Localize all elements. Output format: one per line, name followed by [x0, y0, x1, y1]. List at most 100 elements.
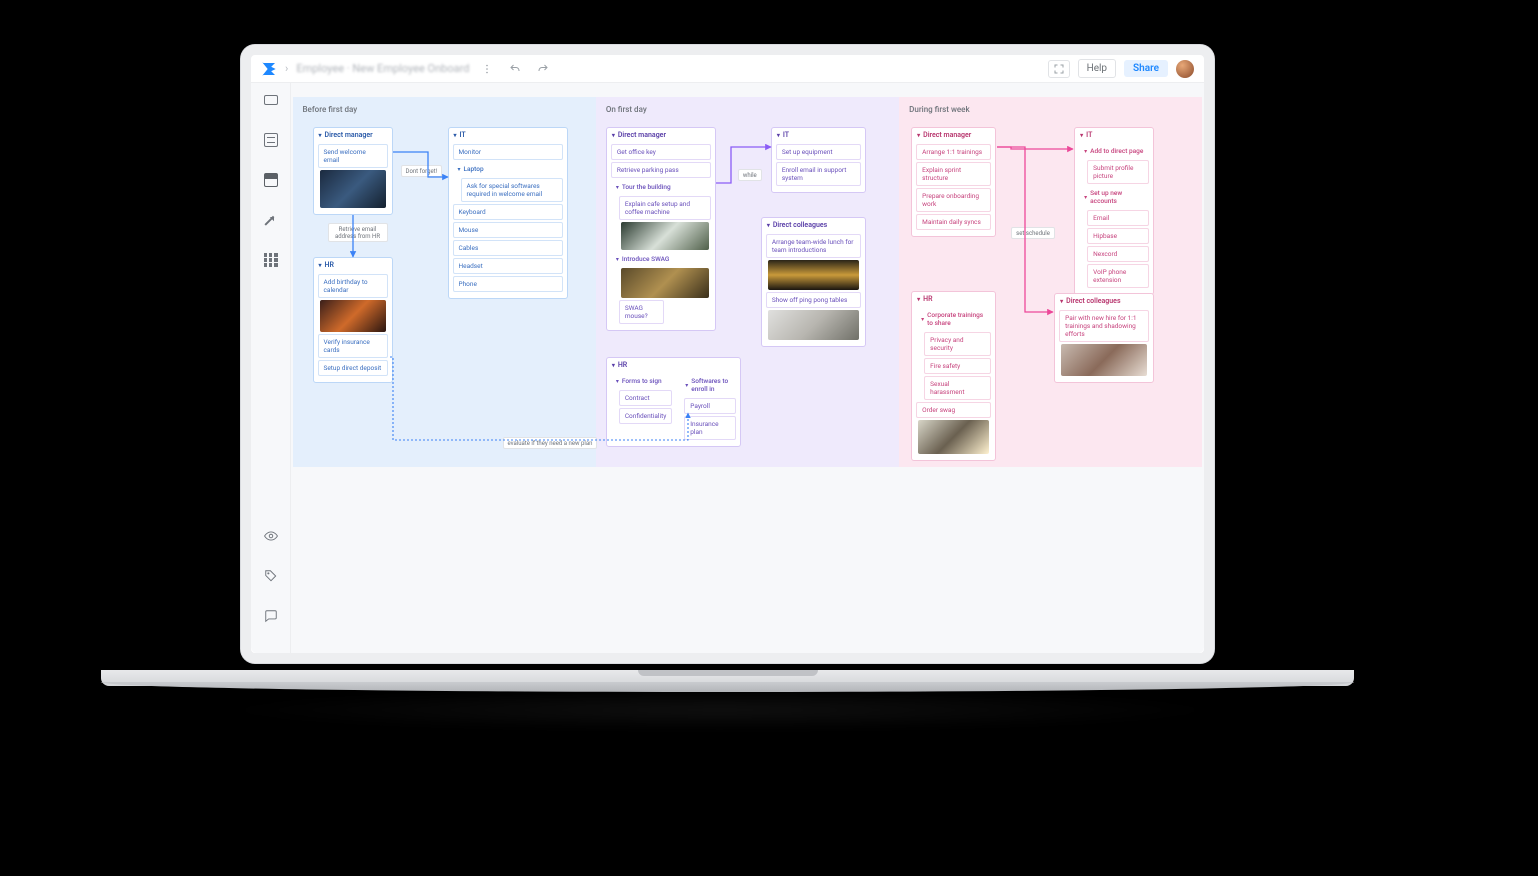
image-placeholder — [768, 260, 859, 290]
card-subitem[interactable]: Nexcord — [1087, 246, 1149, 262]
comments-button[interactable] — [260, 605, 282, 627]
card-title: HR — [923, 295, 932, 303]
card-subitem[interactable]: Privacy and security — [924, 332, 991, 356]
card-before-direct-manager[interactable]: ▾Direct manager Send welcome email — [313, 127, 393, 215]
tool-section[interactable] — [260, 129, 282, 151]
card-subitem[interactable]: VoIP phone extension — [1087, 264, 1149, 288]
chevron-down-icon: ▾ — [1084, 194, 1087, 201]
view-toggle-button[interactable] — [260, 525, 282, 547]
card-subitem[interactable]: Hipbase — [1087, 228, 1149, 244]
image-placeholder — [621, 222, 709, 250]
connector-label: while — [738, 169, 762, 181]
card-item[interactable]: Arrange 1:1 trainings — [916, 144, 991, 160]
redo-button[interactable] — [533, 59, 553, 79]
card-subheader[interactable]: Forms to sign — [622, 377, 662, 385]
card-onday-direct-colleagues[interactable]: ▾Direct colleagues Arrange team-wide lun… — [761, 217, 866, 347]
card-subitem[interactable]: Email — [1087, 210, 1149, 226]
card-subheader[interactable]: Softwares to enroll in — [691, 377, 731, 393]
card-subheader[interactable]: Tour the building — [622, 183, 671, 191]
card-subitem[interactable]: Submit profile picture — [1087, 160, 1149, 184]
card-week-it[interactable]: ▾IT ▾Add to direct page Submit profile p… — [1074, 127, 1154, 295]
card-subitem[interactable]: Insurance plan — [684, 416, 736, 440]
card-week-hr[interactable]: ▾HR ▾Corporate trainings to share Privac… — [911, 291, 996, 461]
card-onday-direct-manager[interactable]: ▾Direct manager Get office key Retrieve … — [606, 127, 716, 331]
card-subitem[interactable]: Contract — [619, 390, 672, 406]
card-title: IT — [1086, 131, 1092, 139]
fullscreen-button[interactable] — [1048, 60, 1070, 78]
card-item[interactable]: Setup direct deposit — [318, 360, 388, 376]
card-item[interactable]: Enroll email in support system — [776, 162, 861, 186]
card-subheader[interactable]: Laptop — [464, 165, 484, 173]
undo-button[interactable] — [505, 59, 525, 79]
card-subitem[interactable]: Confidentiality — [619, 408, 672, 424]
chevron-down-icon: ▾ — [616, 378, 619, 385]
card-subheader[interactable]: Corporate trainings to share — [927, 311, 986, 327]
user-avatar[interactable] — [1176, 60, 1194, 78]
connector-label: set schedule — [1011, 227, 1055, 239]
card-before-hr[interactable]: ▾HR Add birthday to calendar Verify insu… — [313, 257, 393, 383]
card-subitem[interactable]: Payroll — [684, 398, 736, 414]
card-onday-it[interactable]: ▾IT Set up equipment Enroll email in sup… — [771, 127, 866, 193]
chevron-down-icon: ▾ — [685, 382, 688, 389]
card-item[interactable]: Order swag — [916, 402, 991, 418]
card-before-it[interactable]: ▾IT Monitor ▾Laptop Ask for special soft… — [448, 127, 568, 299]
connector-label: Dont forget! — [401, 165, 443, 177]
card-item[interactable]: Add birthday to calendar — [318, 274, 388, 298]
tool-card[interactable] — [260, 169, 282, 191]
laptop-shadow — [220, 690, 1220, 730]
card-onday-hr[interactable]: ▾HR ▾Forms to sign Contract Confidential… — [606, 357, 741, 447]
card-week-direct-colleagues[interactable]: ▾Direct colleagues Pair with new hire fo… — [1054, 293, 1154, 383]
card-title: Direct manager — [923, 131, 971, 139]
card-subheader[interactable]: Add to direct page — [1090, 147, 1143, 155]
card-item[interactable]: Maintain daily syncs — [916, 214, 991, 230]
card-item[interactable]: Pair with new hire for 1:1 trainings and… — [1059, 310, 1149, 342]
card-subheader[interactable]: Set up new accounts — [1090, 189, 1144, 205]
card-item[interactable]: Set up equipment — [776, 144, 861, 160]
chevron-down-icon: ▾ — [612, 362, 615, 369]
card-item[interactable]: Headset — [453, 258, 563, 274]
tool-grid[interactable] — [260, 249, 282, 271]
card-subitem[interactable]: Ask for special softwares required in we… — [461, 178, 563, 202]
card-item[interactable]: Show off ping pong tables — [766, 292, 861, 308]
card-item[interactable]: Verify insurance cards — [318, 334, 388, 358]
card-subheader[interactable]: Introduce SWAG — [622, 255, 670, 263]
card-item[interactable]: Mouse — [453, 222, 563, 238]
card-item[interactable]: Keyboard — [453, 204, 563, 220]
chevron-down-icon: ▾ — [921, 316, 924, 323]
column-before-first-day[interactable]: Before first day ▾Direct manager Send we… — [293, 97, 596, 467]
chevron-down-icon: ▾ — [616, 256, 619, 263]
connector-label: evaluate if they need a new plan — [503, 437, 598, 449]
left-toolbar — [251, 83, 291, 653]
column-during-first-week[interactable]: During first week ▾Direct manager Arrang… — [899, 97, 1202, 467]
chevron-down-icon: ▾ — [319, 132, 322, 139]
share-button[interactable]: Share — [1124, 60, 1168, 77]
card-item[interactable]: Monitor — [453, 144, 563, 160]
tool-connector[interactable] — [260, 209, 282, 231]
card-subitem[interactable]: Explain cafe setup and coffee machine — [619, 196, 711, 220]
card-week-direct-manager[interactable]: ▾Direct manager Arrange 1:1 trainings Ex… — [911, 127, 996, 237]
card-subitem[interactable]: Sexual harassment — [924, 376, 991, 400]
image-placeholder — [918, 420, 989, 454]
tool-select[interactable] — [260, 89, 282, 111]
chevron-down-icon: ▾ — [1080, 132, 1083, 139]
card-item[interactable]: Retrieve parking pass — [611, 162, 711, 178]
card-subitem[interactable]: Fire safety — [924, 358, 991, 374]
card-title: Direct colleagues — [1066, 297, 1120, 305]
document-title[interactable]: Employee · New Employee Onboard — [296, 62, 469, 75]
column-on-first-day[interactable]: On first day ▾Direct manager Get office … — [596, 97, 899, 467]
card-item[interactable]: Get office key — [611, 144, 711, 160]
card-item[interactable]: Prepare onboarding work — [916, 188, 991, 212]
card-item[interactable]: Send welcome email — [318, 144, 388, 168]
card-item[interactable]: Arrange team-wide lunch for team introdu… — [766, 234, 861, 258]
card-title: IT — [783, 131, 789, 139]
more-menu-button[interactable] — [477, 59, 497, 79]
image-placeholder — [621, 268, 709, 298]
tags-button[interactable] — [260, 565, 282, 587]
card-item[interactable]: Explain sprint structure — [916, 162, 991, 186]
help-button[interactable]: Help — [1078, 59, 1116, 78]
card-item[interactable]: Phone — [453, 276, 563, 292]
card-subitem[interactable]: SWAG mouse? — [619, 300, 664, 324]
chevron-down-icon: ▾ — [612, 132, 615, 139]
canvas[interactable]: Before first day ▾Direct manager Send we… — [291, 83, 1204, 653]
card-item[interactable]: Cables — [453, 240, 563, 256]
